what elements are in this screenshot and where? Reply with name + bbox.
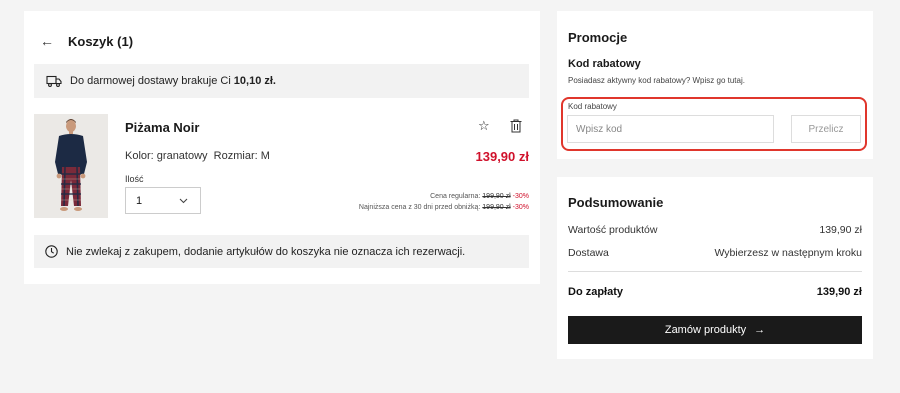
delivery-value: Wybierzesz w następnym kroku: [714, 247, 862, 259]
trash-icon[interactable]: [510, 119, 522, 133]
summary-row-delivery: Dostawa Wybierzesz w następnym kroku: [568, 247, 862, 259]
total-value: 139,90 zł: [816, 286, 862, 298]
summary-divider: [568, 271, 862, 272]
coupon-code-input[interactable]: [567, 115, 774, 143]
lowest-price-note: Najniższa cena z 30 dni przed obniżką: 1…: [359, 204, 529, 211]
coupon-description: Posiadasz aktywny kod rabatowy? Wpisz go…: [568, 76, 745, 85]
product-variant: Kolor: granatowy Rozmiar: M: [125, 150, 270, 162]
summary-row-total: Do zapłaty 139,90 zł: [568, 286, 862, 298]
summary-title: Podsumowanie: [568, 195, 664, 210]
chevron-down-icon: [179, 196, 188, 206]
promo-title: Promocje: [568, 30, 628, 45]
reservation-warning-banner: Nie zwlekaj z zakupem, dodanie artykułów…: [34, 235, 529, 268]
product-price: 139,90 zł: [475, 149, 530, 164]
clock-icon: [45, 245, 58, 258]
quantity-label: Ilość: [125, 174, 144, 184]
cart-header: ← Koszyk (1): [40, 33, 133, 49]
warning-text: Nie zwlekaj z zakupem, dodanie artykułów…: [66, 245, 466, 258]
regular-price-label: Cena regularna:: [430, 193, 481, 200]
order-button[interactable]: Zamów produkty →: [568, 316, 862, 344]
cart-title: Koszyk (1): [68, 33, 134, 49]
cart-panel: ← Koszyk (1) Do darmowej dostawy brakuje…: [24, 11, 540, 284]
product-name[interactable]: Piżama Noir: [125, 120, 199, 135]
lowest-price-label: Najniższa cena z 30 dni przed obniżką:: [358, 204, 481, 211]
products-value-label: Wartość produktów: [568, 224, 658, 236]
delivery-amount: 10,10 zł.: [233, 75, 276, 87]
summary-panel: Podsumowanie Wartość produktów 139,90 zł…: [557, 177, 873, 359]
regular-price-note: Cena regularna: 199,90 zł -30%: [430, 193, 529, 200]
summary-row-products: Wartość produktów 139,90 zł: [568, 224, 862, 236]
delivery-text: Do darmowej dostawy brakuje Ci: [70, 75, 231, 87]
lowest-price-discount: -30%: [512, 204, 529, 211]
arrow-right-icon: →: [754, 324, 766, 336]
regular-price-discount: -30%: [512, 193, 529, 200]
quantity-value: 1: [136, 194, 143, 207]
promo-panel: Promocje Kod rabatowy Posiadasz aktywny …: [557, 11, 873, 159]
quantity-select[interactable]: 1: [125, 187, 201, 214]
coupon-input-label: Kod rabatowy: [568, 102, 617, 111]
total-label: Do zapłaty: [568, 286, 624, 298]
regular-price-value: 199,90 zł: [482, 193, 511, 200]
truck-icon: [46, 74, 62, 88]
arrow-left-icon[interactable]: ←: [40, 33, 54, 49]
recalculate-button[interactable]: Przelicz: [791, 115, 861, 143]
free-delivery-banner: Do darmowej dostawy brakuje Ci 10,10 zł.: [34, 64, 529, 98]
star-icon[interactable]: ☆: [478, 118, 490, 134]
product-image[interactable]: [34, 114, 108, 218]
products-value-amount: 139,90 zł: [819, 224, 862, 236]
order-button-label: Zamów produkty: [664, 324, 747, 336]
lowest-price-value: 199,90 zł: [482, 204, 511, 211]
coupon-title: Kod rabatowy: [568, 58, 641, 70]
delivery-label: Dostawa: [568, 247, 609, 259]
